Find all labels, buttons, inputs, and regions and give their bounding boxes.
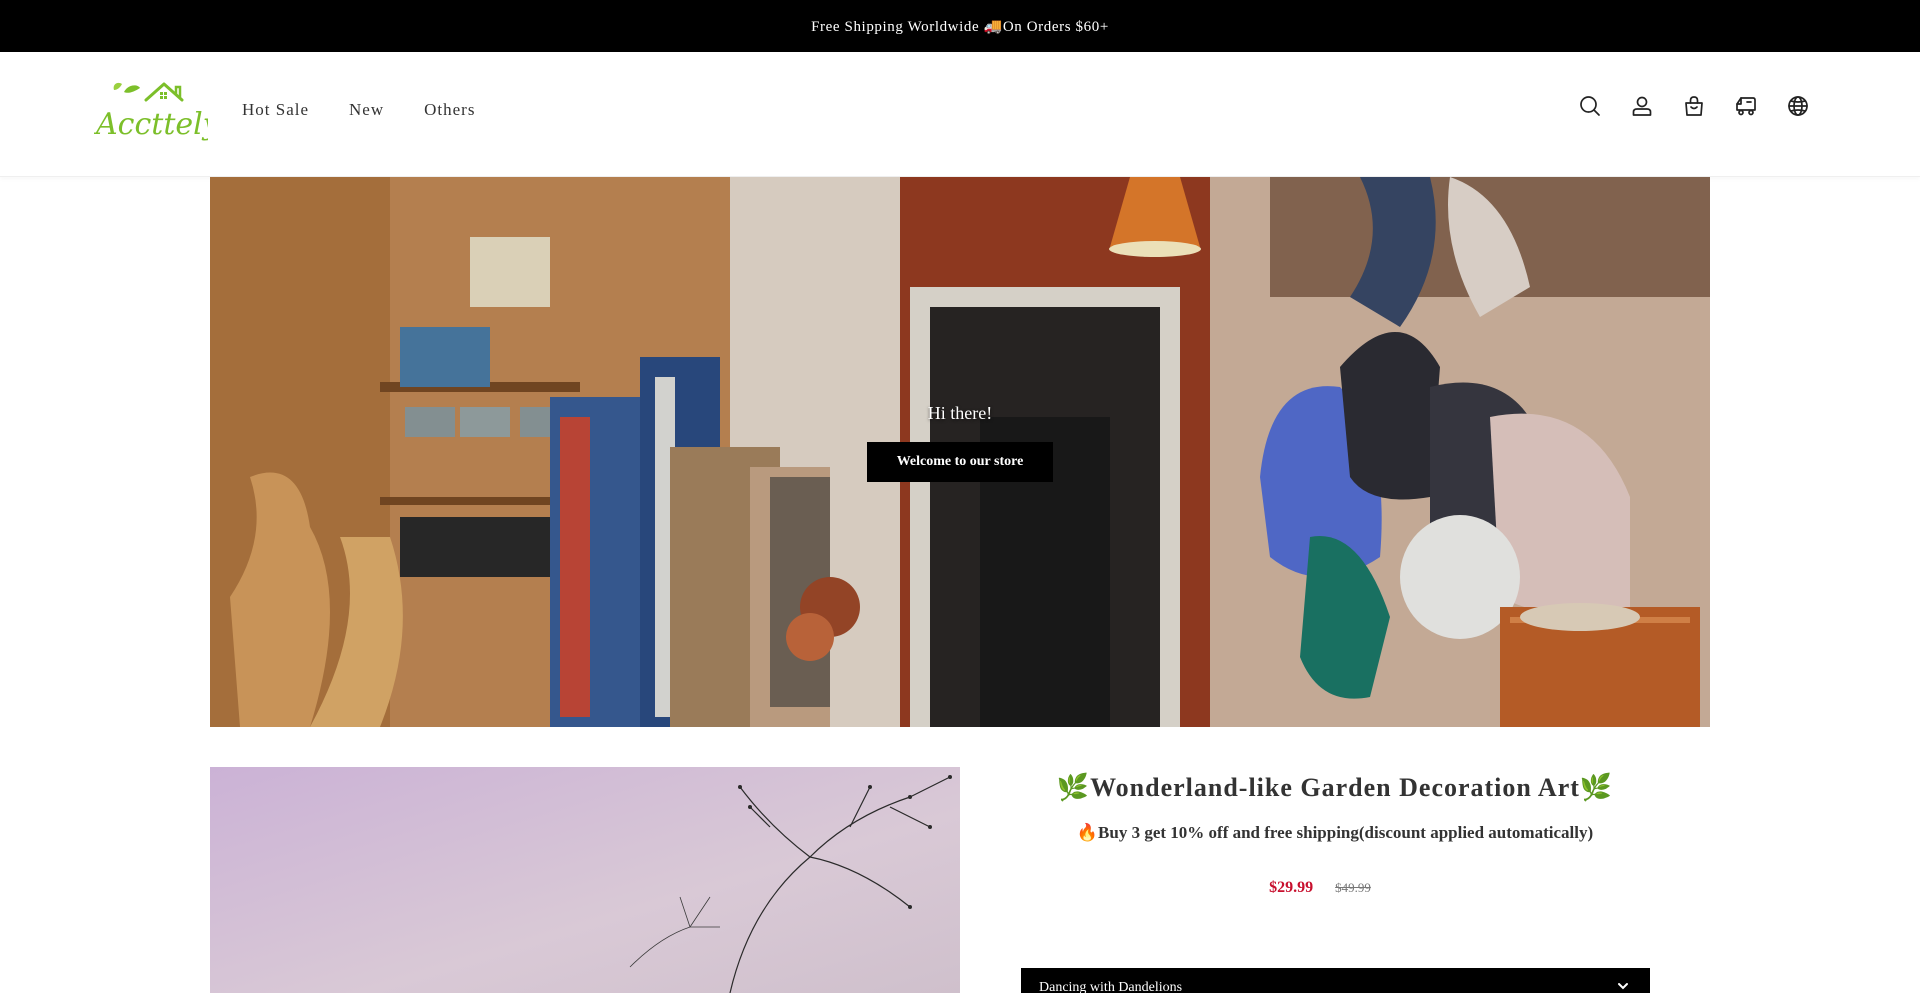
globe-icon[interactable]: [1786, 94, 1810, 118]
variant-select[interactable]: Dancing with Dandelions: [1021, 968, 1650, 993]
nav-others[interactable]: Others: [424, 100, 475, 120]
cart-icon[interactable]: [1682, 94, 1706, 118]
nav-hot-sale[interactable]: Hot Sale: [242, 100, 309, 120]
store-logo[interactable]: Accttely: [93, 78, 221, 148]
compare-price: $49.99: [1335, 880, 1371, 895]
header-icons: [1578, 94, 1810, 118]
main-nav: Hot Sale New Others: [242, 100, 475, 120]
product-title: 🌿Wonderland-like Garden Decoration Art🌿: [1056, 773, 1614, 802]
search-icon[interactable]: [1578, 94, 1602, 118]
hero-greeting: Hi there!: [927, 403, 993, 423]
hero-banner: Hi there! Welcome to our store: [210, 177, 1710, 727]
product-promo: 🔥Buy 3 get 10% off and free shipping(dis…: [1076, 823, 1594, 842]
nav-new[interactable]: New: [349, 100, 384, 120]
chevron-down-icon: [1618, 983, 1628, 990]
truck-icon[interactable]: [1734, 94, 1758, 118]
announcement-text: Free Shipping Worldwide 🚚On Orders $60+: [811, 18, 1109, 35]
variant-selected-label: Dancing with Dandelions: [1039, 980, 1183, 993]
product-image[interactable]: [210, 767, 960, 993]
announcement-bar: Free Shipping Worldwide 🚚On Orders $60+: [0, 0, 1920, 52]
account-icon[interactable]: [1630, 94, 1654, 118]
price-row: $29.99 $49.99: [1020, 879, 1650, 897]
site-header: Accttely Hot Sale New Others: [0, 52, 1920, 177]
svg-text:Accttely: Accttely: [94, 107, 208, 142]
sale-price: $29.99: [1269, 879, 1314, 896]
product-info: 🌿Wonderland-like Garden Decoration Art🌿 …: [1020, 767, 1650, 897]
welcome-button[interactable]: Welcome to our store: [867, 442, 1053, 482]
